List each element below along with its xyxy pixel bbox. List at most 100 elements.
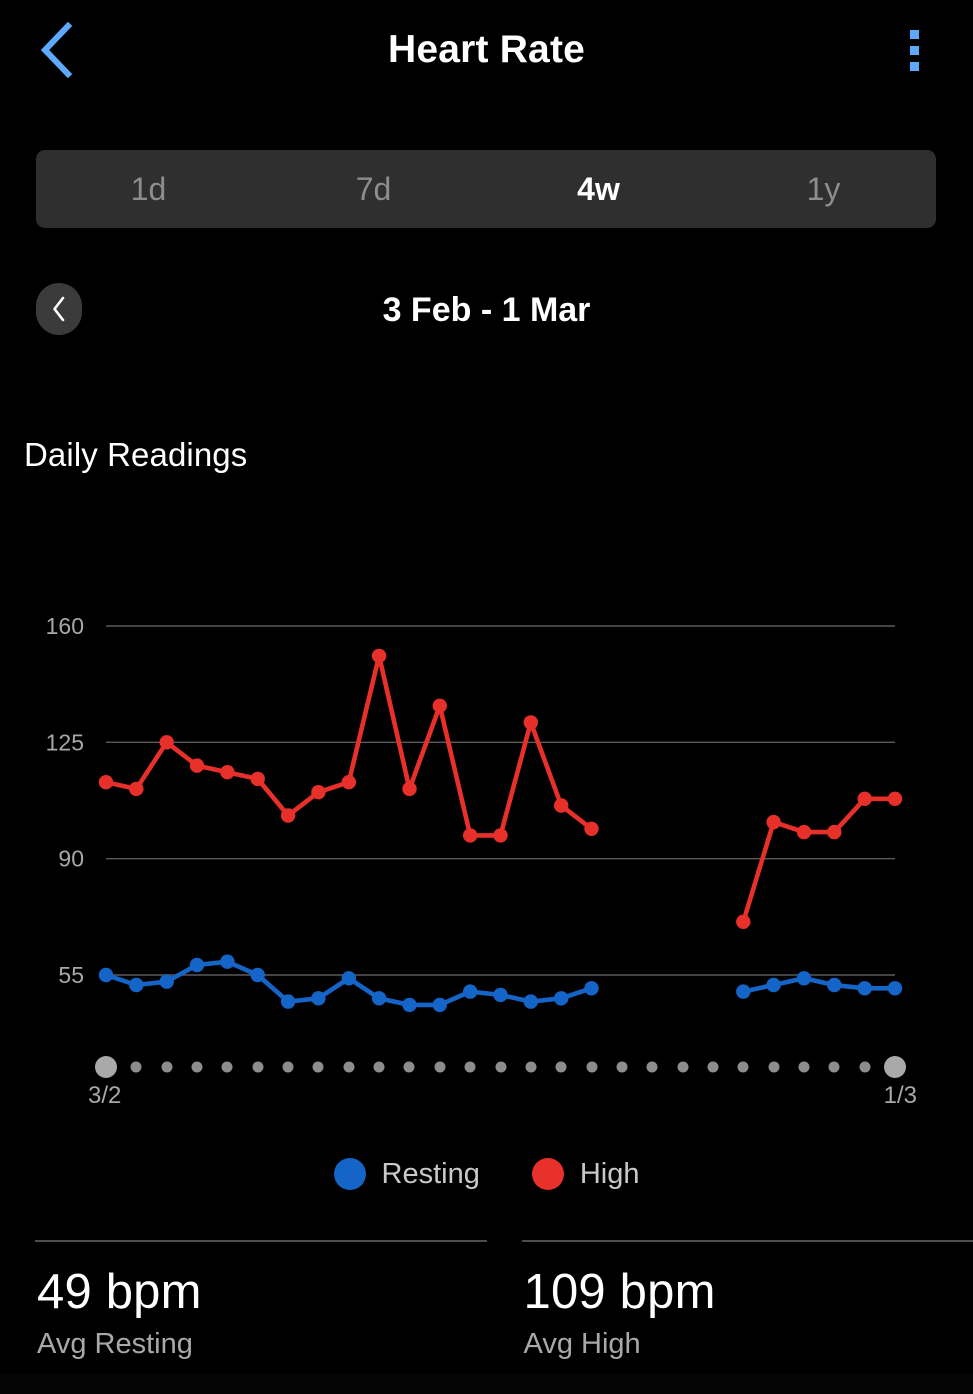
stat-avg-high: 109 bpm Avg High: [521, 1240, 973, 1361]
stat-label-avg-high: Avg High: [523, 1327, 641, 1360]
tab-4w[interactable]: 4w: [486, 150, 711, 228]
data-point-resting[interactable]: [220, 954, 235, 969]
stat-value-avg-high: 109 bpm: [523, 1265, 716, 1319]
data-point-resting[interactable]: [311, 991, 326, 1006]
data-point-resting[interactable]: [584, 981, 599, 996]
day-dot[interactable]: [373, 1061, 385, 1073]
data-point-high[interactable]: [463, 828, 478, 843]
data-point-high[interactable]: [827, 824, 842, 840]
day-dot[interactable]: [616, 1061, 628, 1073]
data-point-resting[interactable]: [827, 977, 842, 993]
day-dot[interactable]: [252, 1061, 264, 1073]
day-dot[interactable]: [282, 1061, 294, 1073]
overflow-menu-button[interactable]: [883, 16, 945, 84]
chart-canvas: 160 125 90 55: [46, 613, 903, 1013]
data-point-high[interactable]: [250, 771, 265, 787]
data-point-high[interactable]: [584, 821, 599, 836]
data-point-resting[interactable]: [341, 971, 356, 986]
data-point-high[interactable]: [796, 824, 812, 840]
day-dot[interactable]: [95, 1056, 117, 1078]
data-point-high[interactable]: [311, 785, 326, 800]
data-point-high[interactable]: [341, 775, 356, 790]
y-axis-tick-label: 55: [58, 962, 84, 988]
data-point-resting[interactable]: [189, 957, 205, 973]
bottom-bar: [0, 1374, 973, 1394]
data-point-resting[interactable]: [129, 977, 144, 993]
chart-legend: Resting High: [0, 1152, 973, 1196]
day-dot[interactable]: [646, 1061, 658, 1073]
app-bar: Heart Rate: [0, 0, 973, 100]
data-point-high[interactable]: [220, 765, 235, 780]
data-point-resting[interactable]: [98, 967, 114, 983]
tab-7d[interactable]: 7d: [261, 150, 486, 228]
data-point-resting[interactable]: [463, 984, 478, 999]
data-point-resting[interactable]: [857, 981, 872, 996]
data-point-high[interactable]: [766, 814, 781, 830]
page-title: Heart Rate: [387, 28, 586, 71]
day-dot[interactable]: [707, 1061, 719, 1073]
day-scrubber-axis[interactable]: [0, 1050, 973, 1084]
data-point-high[interactable]: [493, 828, 508, 843]
data-point-resting[interactable]: [766, 977, 781, 993]
data-point-resting[interactable]: [432, 997, 447, 1013]
day-dot[interactable]: [828, 1061, 840, 1073]
day-dot[interactable]: [221, 1061, 233, 1073]
day-dot[interactable]: [525, 1061, 537, 1073]
day-dot[interactable]: [343, 1061, 355, 1073]
day-dot[interactable]: [312, 1061, 324, 1073]
data-point-high[interactable]: [554, 798, 569, 813]
day-dot[interactable]: [586, 1061, 598, 1073]
data-point-resting[interactable]: [250, 967, 265, 983]
data-point-high[interactable]: [857, 791, 872, 806]
day-dot[interactable]: [191, 1061, 203, 1073]
data-point-resting[interactable]: [523, 994, 538, 1009]
day-dot[interactable]: [434, 1061, 446, 1073]
tab-1d[interactable]: 1d: [36, 150, 261, 228]
tab-1y[interactable]: 1y: [711, 150, 936, 228]
data-point-high[interactable]: [887, 791, 903, 806]
legend-label-resting: Resting: [381, 1157, 480, 1190]
data-point-resting[interactable]: [554, 991, 569, 1006]
data-point-resting[interactable]: [159, 974, 174, 989]
more-dot: [909, 61, 919, 71]
data-point-high[interactable]: [129, 781, 144, 797]
day-dot[interactable]: [464, 1061, 476, 1073]
data-point-resting[interactable]: [280, 994, 296, 1009]
data-point-resting[interactable]: [887, 981, 903, 996]
day-dot[interactable]: [884, 1056, 906, 1078]
more-dot: [909, 45, 919, 55]
data-point-high[interactable]: [98, 775, 114, 790]
data-point-resting[interactable]: [736, 984, 751, 999]
legend-item-resting: Resting: [333, 1157, 480, 1191]
series-line-high: [103, 653, 594, 838]
data-point-resting[interactable]: [402, 997, 417, 1013]
y-axis-tick-label: 90: [58, 846, 84, 872]
day-dot[interactable]: [495, 1061, 506, 1073]
data-point-high[interactable]: [432, 698, 447, 713]
heart-rate-chart[interactable]: 160 125 90 55: [0, 590, 973, 1020]
day-dot[interactable]: [859, 1061, 871, 1073]
day-dot[interactable]: [130, 1061, 142, 1073]
day-dot[interactable]: [677, 1061, 689, 1073]
data-point-resting[interactable]: [796, 971, 812, 986]
day-dot[interactable]: [403, 1061, 415, 1073]
day-dot[interactable]: [555, 1061, 567, 1073]
data-point-resting[interactable]: [493, 987, 508, 1003]
day-dot[interactable]: [737, 1061, 749, 1073]
day-dot[interactable]: [798, 1061, 810, 1073]
legend-swatch-high: [531, 1158, 564, 1190]
data-point-high[interactable]: [280, 808, 296, 823]
stat-avg-resting: 49 bpm Avg Resting: [35, 1240, 487, 1361]
data-point-high[interactable]: [159, 735, 174, 750]
data-point-resting[interactable]: [371, 991, 387, 1006]
y-axis-tick-label: 160: [46, 613, 84, 639]
data-point-high[interactable]: [402, 781, 417, 797]
day-dot[interactable]: [768, 1061, 780, 1073]
day-dot[interactable]: [161, 1061, 173, 1073]
data-point-high[interactable]: [371, 648, 387, 664]
data-point-high[interactable]: [189, 758, 205, 773]
data-point-high[interactable]: [736, 914, 751, 929]
time-range-tabs[interactable]: 1d 7d 4w 1y: [36, 150, 936, 228]
stat-value-avg-resting: 49 bpm: [37, 1265, 202, 1319]
data-point-high[interactable]: [523, 715, 538, 730]
